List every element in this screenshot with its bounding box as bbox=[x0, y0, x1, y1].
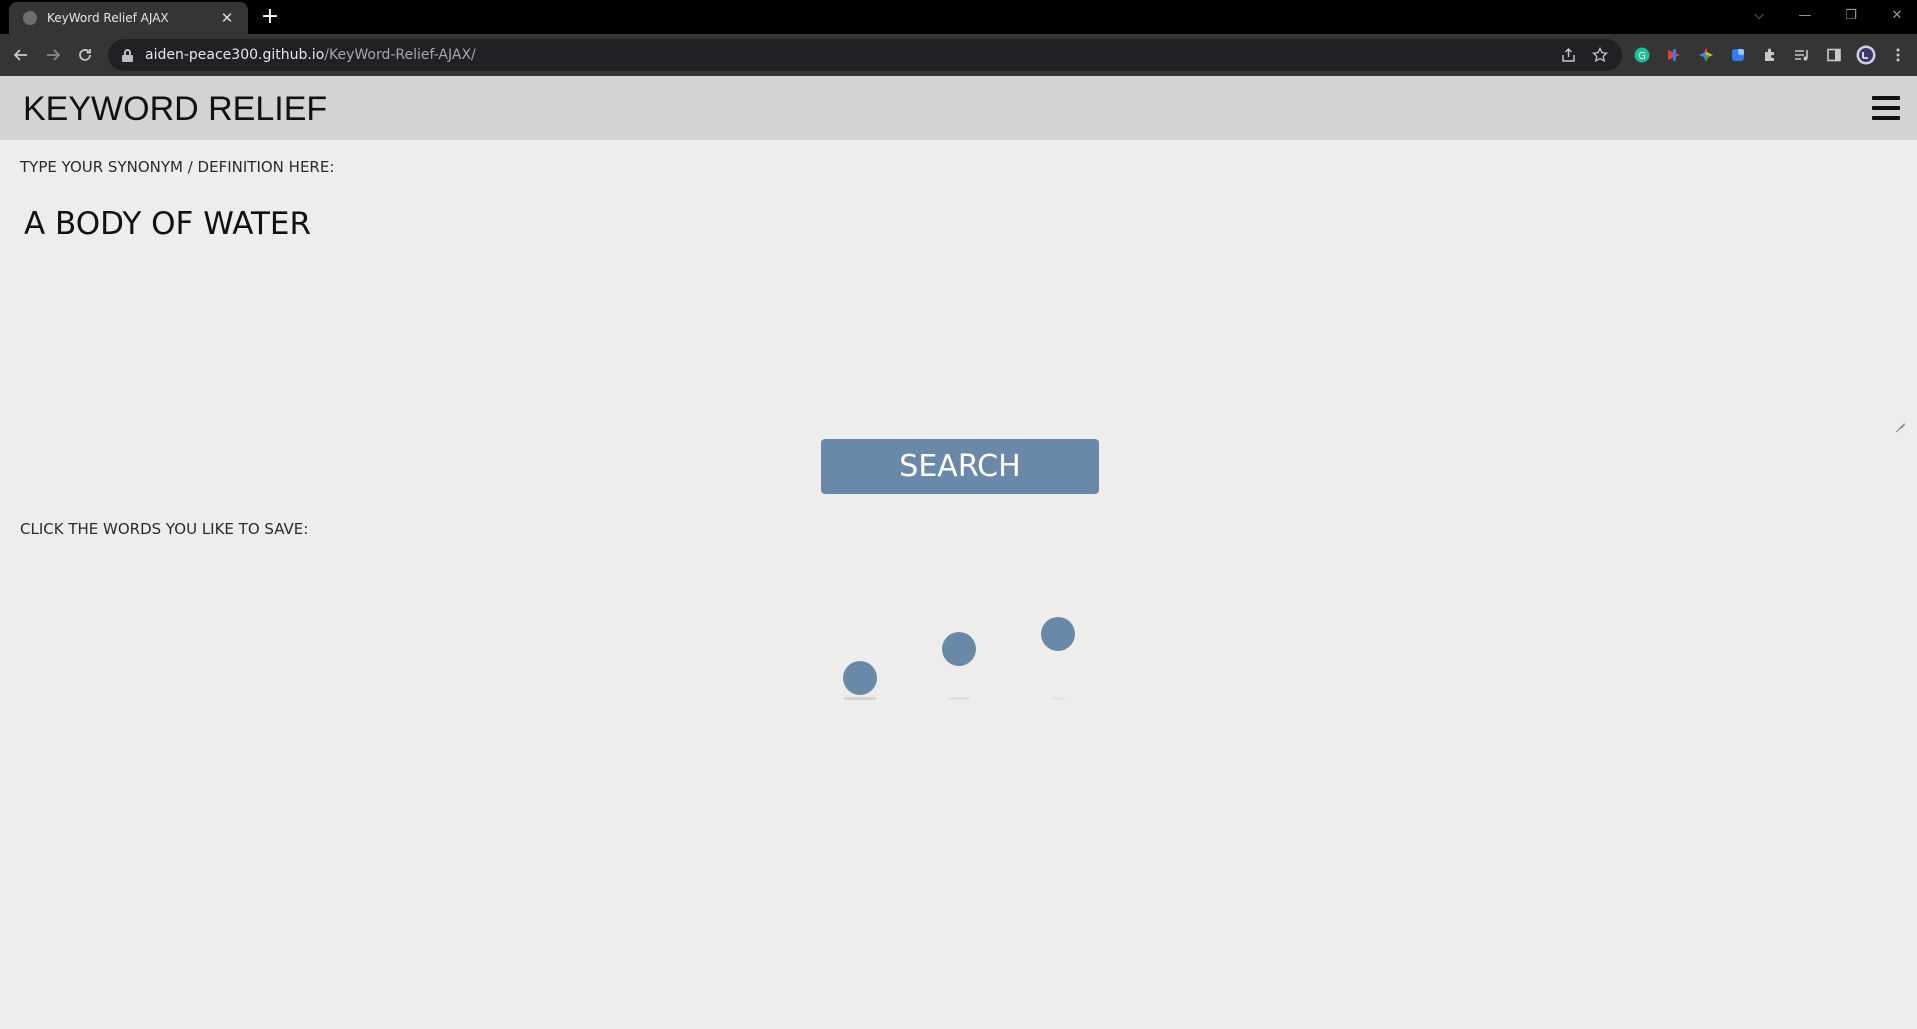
grammarly-icon[interactable]: G bbox=[1632, 45, 1652, 65]
url-text: aiden-peace300.github.io/KeyWord-Relief-… bbox=[145, 47, 476, 63]
site-header: KEYWORD RELIEF bbox=[0, 76, 1917, 140]
svg-text:G: G bbox=[1638, 51, 1646, 62]
tab-search-icon[interactable]: ⌵ bbox=[1736, 0, 1782, 30]
loading-dot bbox=[942, 632, 976, 666]
search-button[interactable]: SEARCH bbox=[821, 439, 1099, 494]
site-logo[interactable]: KEYWORD RELIEF bbox=[23, 90, 327, 129]
browser-tabstrip: KeyWord Relief AJAX ✕ + ⌵ — ❐ ✕ bbox=[0, 0, 1917, 34]
media-controls-icon[interactable] bbox=[1792, 45, 1812, 65]
loading-dot-shadow bbox=[948, 697, 970, 700]
side-panel-icon[interactable] bbox=[1824, 45, 1844, 65]
browser-tab[interactable]: KeyWord Relief AJAX ✕ bbox=[9, 2, 248, 34]
back-icon[interactable] bbox=[9, 43, 33, 67]
input-label: TYPE YOUR SYNONYM / DEFINITION HERE: bbox=[20, 158, 335, 176]
minimize-button[interactable]: — bbox=[1782, 0, 1828, 30]
restore-button[interactable]: ❐ bbox=[1828, 0, 1874, 30]
results-label: CLICK THE WORDS YOU LIKE TO SAVE: bbox=[20, 520, 309, 538]
lock-icon[interactable] bbox=[122, 48, 133, 62]
profile-avatar-icon[interactable] bbox=[1856, 45, 1876, 65]
close-window-button[interactable]: ✕ bbox=[1874, 0, 1917, 30]
browser-toolbar: aiden-peace300.github.io/KeyWord-Relief-… bbox=[0, 34, 1917, 76]
hamburger-menu-icon[interactable] bbox=[1872, 96, 1900, 120]
bookmark-star-icon[interactable] bbox=[1590, 45, 1610, 65]
extensions-puzzle-icon[interactable] bbox=[1760, 45, 1780, 65]
tab-title: KeyWord Relief AJAX bbox=[47, 11, 169, 25]
close-tab-icon[interactable]: ✕ bbox=[218, 9, 236, 27]
loading-dot bbox=[1041, 617, 1075, 651]
address-bar[interactable]: aiden-peace300.github.io/KeyWord-Relief-… bbox=[108, 39, 1622, 71]
reload-icon[interactable] bbox=[73, 43, 97, 67]
loading-dot-shadow bbox=[844, 697, 876, 700]
globe-icon bbox=[23, 11, 37, 25]
loading-dot bbox=[843, 661, 877, 695]
extension-colorwheel-icon[interactable] bbox=[1696, 45, 1716, 65]
new-tab-button[interactable]: + bbox=[258, 4, 282, 30]
share-icon[interactable] bbox=[1558, 45, 1578, 65]
forward-icon[interactable] bbox=[41, 43, 65, 67]
resize-handle-icon[interactable] bbox=[1895, 414, 1905, 424]
extension-red-icon[interactable] bbox=[1664, 45, 1684, 65]
extension-blue-icon[interactable] bbox=[1728, 45, 1748, 65]
browser-menu-icon[interactable] bbox=[1888, 45, 1908, 65]
definition-input[interactable] bbox=[20, 200, 1907, 428]
loading-dot-shadow bbox=[1051, 697, 1065, 700]
